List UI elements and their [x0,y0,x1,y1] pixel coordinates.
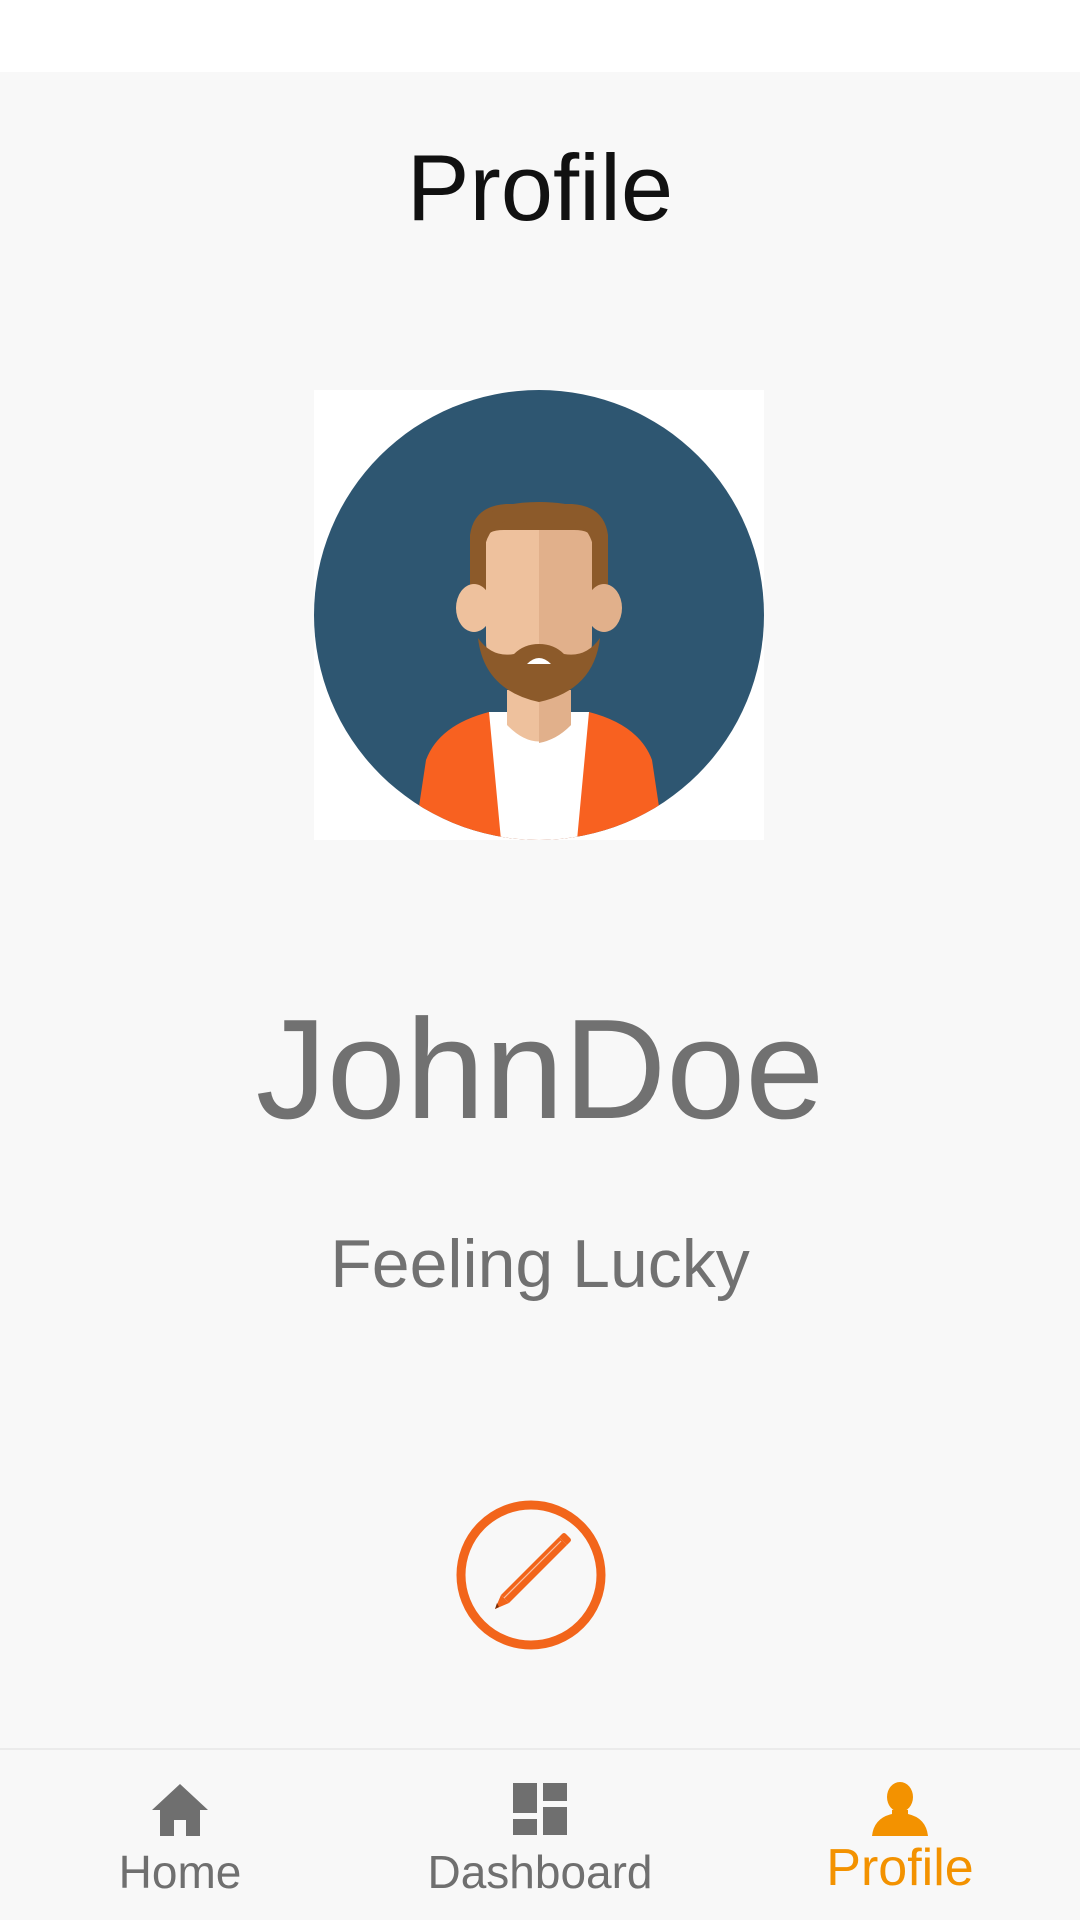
nav-item-home[interactable]: Home [0,1750,360,1920]
status-bar [0,0,1080,72]
pencil-icon [456,1500,606,1650]
nav-item-profile-label: Profile [826,1839,974,1897]
nav-item-home-label: Home [118,1846,242,1898]
bottom-navigation: Home Dashboard Profile [0,1750,1080,1920]
page-title: Profile [406,135,674,240]
user-name: JohnDoe [255,990,825,1149]
profile-avatar [314,390,764,840]
nav-item-dashboard[interactable]: Dashboard [360,1750,720,1920]
user-status: Feeling Lucky [330,1226,750,1302]
person-icon [870,1780,930,1838]
bearded-man-avatar-icon [314,390,764,840]
edit-profile-button[interactable] [455,1499,607,1651]
home-icon [150,1780,210,1838]
nav-item-dashboard-label: Dashboard [427,1846,653,1898]
nav-item-profile[interactable]: Profile [720,1750,1080,1920]
dashboard-icon [510,1780,570,1838]
